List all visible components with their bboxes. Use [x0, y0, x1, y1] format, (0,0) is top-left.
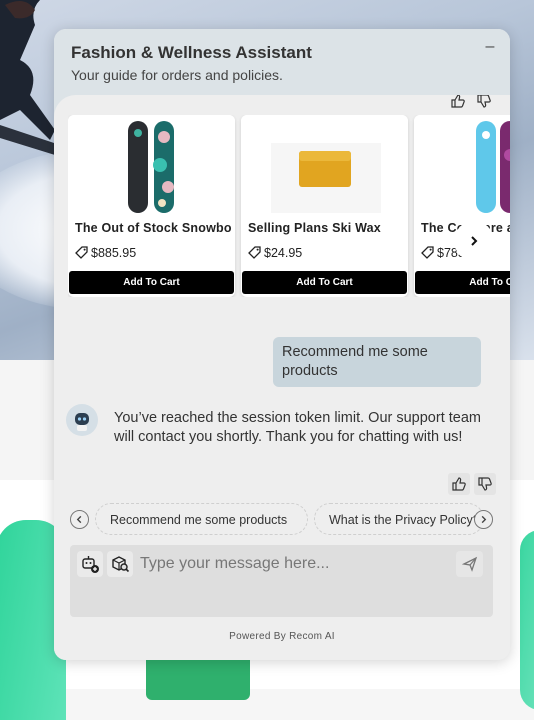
snowboard-dark-teal-image: [68, 115, 235, 213]
thumbs-up-button[interactable]: [448, 473, 470, 495]
thumbs-down-button[interactable]: [474, 95, 494, 111]
product-name: Selling Plans Ski Wax: [248, 221, 381, 235]
robot-add-button[interactable]: [77, 551, 103, 577]
add-to-cart-button[interactable]: Add To Cart: [242, 271, 407, 294]
chat-subtitle: Your guide for orders and policies.: [71, 67, 283, 83]
send-icon: [461, 556, 477, 572]
chevron-right-icon: [471, 236, 478, 246]
robot-avatar-icon: [75, 413, 89, 431]
snowboard-image-right: [520, 530, 534, 710]
product-price-value: $885.95: [91, 246, 137, 260]
message-input[interactable]: [138, 551, 454, 577]
price-tag-icon: [421, 246, 434, 259]
chevron-left-icon: [76, 515, 82, 524]
price-tag-icon: [75, 246, 88, 259]
product-price: $24.95: [248, 246, 302, 260]
suggestion-bar: Recommend me some products What is the P…: [68, 503, 496, 537]
price-tag-icon: [248, 246, 261, 259]
product-price-value: $24.95: [264, 246, 303, 260]
product-carousel: The Out of Stock Snowboard $885.95 Add T…: [68, 115, 510, 297]
product-card[interactable]: The Compare at Price Snowboard $785.95 A…: [414, 115, 510, 297]
product-search-button[interactable]: [107, 551, 133, 577]
product-card[interactable]: Selling Plans Ski Wax $24.95 Add To Cart: [241, 115, 408, 297]
robot-add-icon: [82, 556, 99, 573]
product-price: $885.95: [75, 246, 136, 260]
chat-body: The Out of Stock Snowboard $885.95 Add T…: [54, 95, 510, 660]
carousel-next-button[interactable]: [454, 221, 494, 261]
thumbs-down-icon: [478, 477, 492, 491]
add-to-cart-button[interactable]: Add To Cart: [415, 271, 510, 294]
chat-widget: Fashion & Wellness Assistant Your guide …: [54, 29, 510, 660]
snowboard-blue-purple-image: [414, 115, 510, 213]
thumbs-down-icon: [477, 95, 491, 108]
suggestion-chip[interactable]: What is the Privacy Policy?: [314, 503, 484, 535]
suggestions-next-button[interactable]: [474, 510, 493, 529]
thumbs-up-icon: [451, 95, 465, 108]
product-card[interactable]: The Out of Stock Snowboard $885.95 Add T…: [68, 115, 235, 297]
thumbs-up-button[interactable]: [448, 95, 468, 111]
powered-by: Powered By Recom AI: [229, 631, 335, 642]
ski-wax-image: [241, 115, 408, 213]
bot-avatar: [66, 404, 98, 436]
product-name: The Out of Stock Snowboard: [75, 221, 231, 235]
user-message: Recommend me some products: [273, 337, 481, 387]
suggestions-prev-button[interactable]: [70, 510, 89, 529]
send-button[interactable]: [456, 551, 483, 577]
minimize-button[interactable]: –: [480, 39, 500, 57]
add-to-cart-button[interactable]: Add To Cart: [69, 271, 234, 294]
chevron-right-icon: [481, 515, 487, 524]
chat-title: Fashion & Wellness Assistant: [71, 43, 312, 62]
product-search-icon: [112, 556, 130, 573]
thumbs-down-button[interactable]: [474, 473, 496, 495]
message-composer: [70, 545, 493, 617]
suggestion-chip[interactable]: Recommend me some products: [95, 503, 308, 535]
message-feedback: [448, 473, 496, 495]
thumbs-up-icon: [452, 477, 466, 491]
bot-message: You’ve reached the session token limit. …: [114, 410, 481, 445]
product-feedback: [448, 95, 494, 111]
